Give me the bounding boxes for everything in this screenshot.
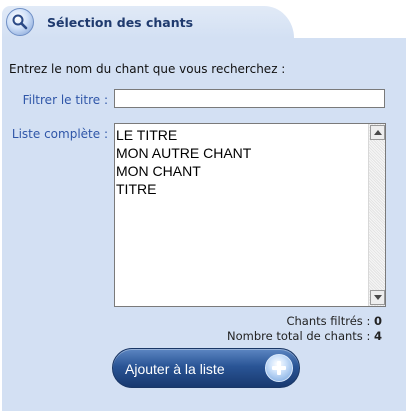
list-item[interactable]: LE TITRE bbox=[116, 126, 367, 144]
panel-title: Sélection des chants bbox=[47, 15, 194, 30]
list-item[interactable]: MON AUTRE CHANT bbox=[116, 144, 367, 162]
scroll-down-button[interactable] bbox=[370, 290, 385, 305]
list-scrollbar[interactable] bbox=[368, 124, 385, 306]
list-item[interactable]: MON CHANT bbox=[116, 162, 367, 180]
song-list-items: LE TITRE MON AUTRE CHANT MON CHANT TITRE bbox=[116, 126, 367, 198]
instruction-text: Entrez le nom du chant que vous recherch… bbox=[9, 62, 286, 76]
scroll-up-button[interactable] bbox=[370, 125, 385, 140]
add-to-list-label: Ajouter à la liste bbox=[125, 361, 225, 377]
filtered-count-value: 0 bbox=[373, 314, 382, 328]
filter-title-input[interactable] bbox=[114, 89, 385, 108]
full-list-label: Liste complète : bbox=[11, 127, 108, 141]
arrow-down-icon bbox=[373, 295, 382, 300]
tab-selection-des-chants: Sélection des chants bbox=[2, 6, 294, 38]
filter-title-label: Filtrer le titre : bbox=[22, 93, 108, 107]
total-count-stat: Nombre total de chants : 4 bbox=[227, 329, 382, 343]
tab-bar: Sélection des chants bbox=[2, 2, 406, 38]
song-listbox[interactable]: LE TITRE MON AUTRE CHANT MON CHANT TITRE bbox=[114, 123, 386, 307]
magnifier-icon bbox=[6, 8, 34, 36]
arrow-up-icon bbox=[373, 130, 382, 135]
song-selection-panel: Sélection des chants Entrez le nom du ch… bbox=[2, 2, 406, 411]
filtered-count-stat: Chants filtrés : 0 bbox=[286, 314, 382, 328]
total-count-value: 4 bbox=[373, 329, 382, 343]
add-to-list-button[interactable]: Ajouter à la liste bbox=[112, 348, 300, 388]
total-count-label: Nombre total de chants : bbox=[227, 329, 371, 343]
filtered-count-label: Chants filtrés : bbox=[286, 314, 371, 328]
plus-icon bbox=[265, 354, 293, 382]
list-item[interactable]: TITRE bbox=[116, 180, 367, 198]
